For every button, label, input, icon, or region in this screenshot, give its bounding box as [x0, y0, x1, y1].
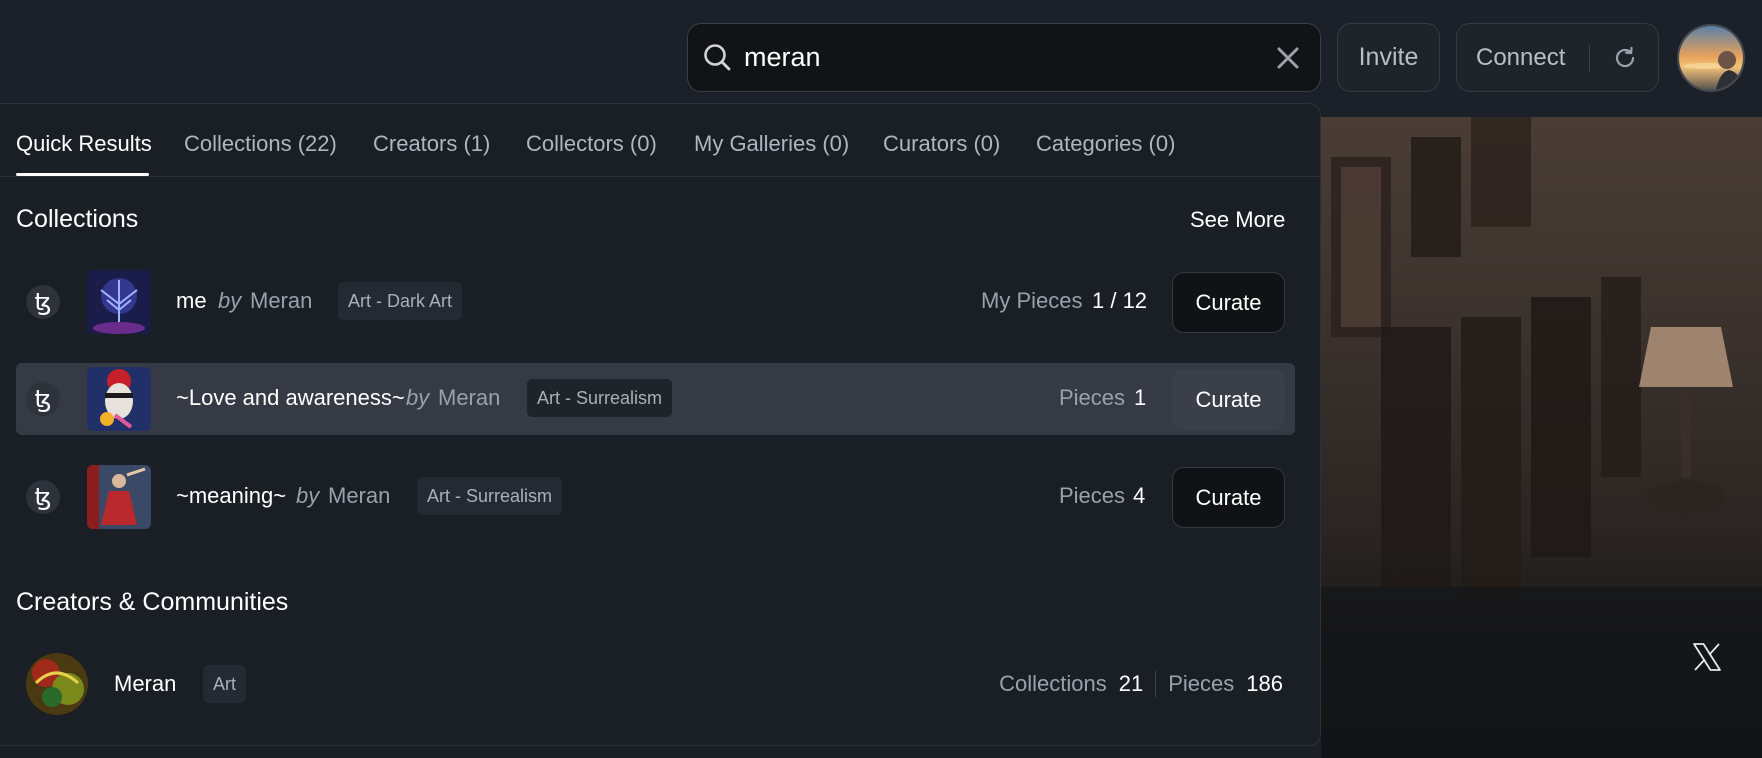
- top-bar: Invite Connect: [0, 0, 1762, 117]
- category-badge: Art - Surrealism: [527, 379, 673, 417]
- tab-creators[interactable]: Creators (1): [373, 131, 490, 157]
- tab-collectors[interactable]: Collectors (0): [526, 131, 657, 157]
- collections-section-title: Collections: [16, 205, 139, 233]
- collections-label: Collections: [999, 671, 1107, 696]
- tezos-icon: ꜩ: [26, 285, 60, 319]
- collection-row[interactable]: ꜩ me by Meran Art - Dark Art My Pieces 1…: [16, 266, 1295, 338]
- creator-name[interactable]: Meran: [438, 385, 500, 411]
- divider: [1589, 45, 1590, 71]
- connect-button[interactable]: Connect: [1476, 24, 1565, 91]
- tezos-icon: ꜩ: [26, 382, 60, 416]
- tab-collections[interactable]: Collections (22): [184, 131, 337, 157]
- pieces-label: Pieces: [1059, 385, 1126, 410]
- curate-button[interactable]: Curate: [1172, 369, 1285, 430]
- collection-thumbnail: [87, 270, 151, 334]
- creators-section-title: Creators & Communities: [16, 588, 289, 616]
- collection-thumbnail: [87, 367, 151, 431]
- pieces-value: 1: [1134, 385, 1147, 410]
- creator-name[interactable]: Meran: [328, 483, 390, 509]
- collection-row[interactable]: ꜩ ~Love and awareness~ by Meran Art - Su…: [16, 363, 1295, 435]
- category-badge: Art: [203, 665, 247, 703]
- creator-row[interactable]: Meran Art Collections 21 Pieces 186: [16, 646, 1295, 718]
- collection-name: ~meaning~: [176, 483, 287, 508]
- active-tab-indicator: [16, 173, 149, 176]
- pieces-label: Pieces: [1059, 483, 1126, 508]
- category-badge: Art - Dark Art: [338, 282, 463, 320]
- by-label: by: [406, 385, 430, 410]
- refresh-icon[interactable]: [1612, 45, 1638, 71]
- creator-name[interactable]: Meran: [250, 288, 312, 314]
- by-label: by: [218, 288, 242, 313]
- user-avatar[interactable]: [1677, 24, 1745, 92]
- by-label: by: [296, 483, 320, 508]
- collections-value: 21: [1118, 671, 1144, 696]
- creator-stats: Collections 21 Pieces 186: [999, 671, 1283, 697]
- tab-categories[interactable]: Categories (0): [1036, 131, 1175, 157]
- tezos-icon: ꜩ: [26, 480, 60, 514]
- divider: [1155, 671, 1157, 697]
- pieces-label: Pieces: [1168, 671, 1235, 696]
- search-results-panel: Quick Results Collections (22) Creators …: [0, 103, 1321, 746]
- invite-button[interactable]: Invite: [1337, 23, 1440, 92]
- results-tabs: Quick Results Collections (22) Creators …: [0, 104, 1320, 177]
- collection-name: ~Love and awareness~: [176, 385, 405, 410]
- pieces-label: My Pieces: [981, 288, 1083, 313]
- pieces-value: 4: [1133, 483, 1146, 508]
- curate-button[interactable]: Curate: [1172, 272, 1285, 333]
- curate-button[interactable]: Curate: [1172, 467, 1285, 528]
- search-input[interactable]: [744, 24, 1244, 91]
- collection-thumbnail: [87, 465, 151, 529]
- creator-avatar: [26, 653, 88, 715]
- x-twitter-icon[interactable]: [1691, 641, 1723, 673]
- tab-curators[interactable]: Curators (0): [883, 131, 1000, 157]
- close-icon[interactable]: [1274, 44, 1302, 72]
- collection-name: me: [176, 288, 207, 313]
- collection-row[interactable]: ꜩ ~meaning~ by Meran Art - Surrealism Pi…: [16, 461, 1295, 533]
- search-box[interactable]: [687, 23, 1321, 92]
- pieces-value: 1 / 12: [1092, 288, 1148, 313]
- tab-quick-results[interactable]: Quick Results: [16, 131, 152, 157]
- tab-my-galleries[interactable]: My Galleries (0): [694, 131, 849, 157]
- see-more-link[interactable]: See More: [1190, 207, 1285, 233]
- connect-group: Connect: [1456, 23, 1659, 92]
- search-icon: [704, 44, 731, 71]
- pieces-value: 186: [1246, 671, 1283, 696]
- category-badge: Art - Surrealism: [417, 477, 563, 515]
- creator-name: Meran: [114, 671, 177, 696]
